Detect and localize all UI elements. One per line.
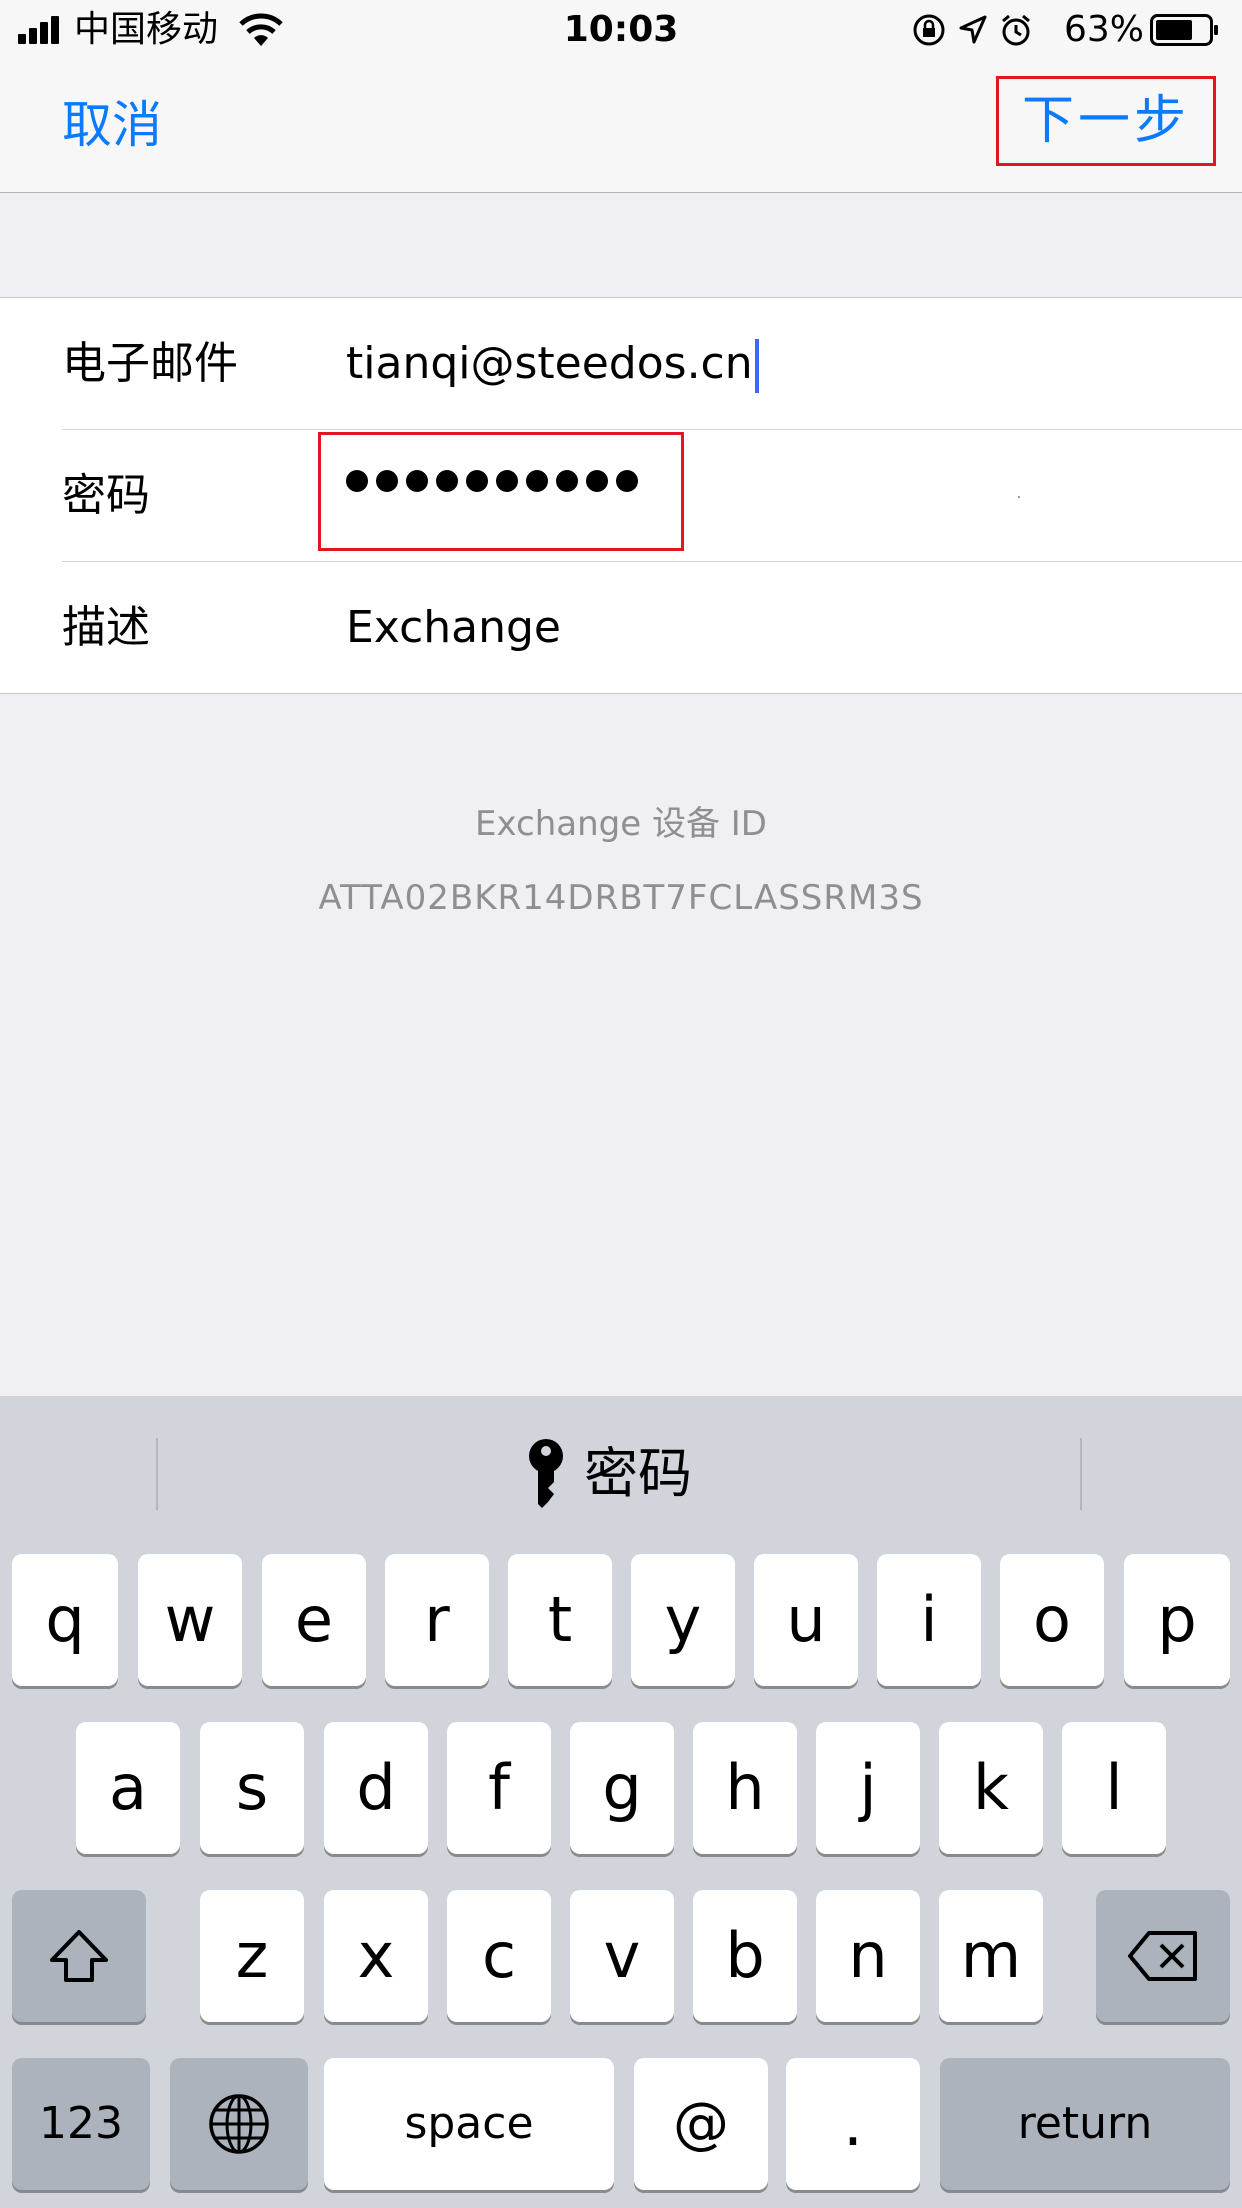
key-u[interactable]: u [754, 1554, 858, 1686]
key-i[interactable]: i [877, 1554, 981, 1686]
divider [1080, 1438, 1082, 1510]
key-r[interactable]: r [385, 1554, 489, 1686]
shift-icon [50, 1930, 108, 1982]
key-y[interactable]: y [631, 1554, 735, 1686]
key-w[interactable]: w [138, 1554, 242, 1686]
at-key[interactable]: @ [634, 2058, 768, 2190]
keyboard: 密码 q w e r t y u i o p a s d f g h j k l… [0, 1396, 1242, 2208]
password-label: 密码 [62, 470, 150, 521]
key-k[interactable]: k [939, 1722, 1043, 1854]
suggestion-label: 密码 [584, 1442, 692, 1505]
key-n[interactable]: n [816, 1890, 920, 2022]
dot-key[interactable]: . [786, 2058, 920, 2190]
battery-icon [1150, 14, 1220, 46]
device-id-value: ATTA02BKR14DRBT7FCLASSRM3S [318, 878, 924, 918]
key-t[interactable]: t [508, 1554, 612, 1686]
description-label: 描述 [62, 602, 150, 653]
battery-percent: 63% [1064, 9, 1145, 50]
clock: 10:03 [563, 9, 679, 50]
key-o[interactable]: o [1000, 1554, 1104, 1686]
description-field[interactable]: Exchange [346, 600, 561, 656]
email-label: 电子邮件 [62, 338, 238, 389]
key-q[interactable]: q [12, 1554, 118, 1686]
divider [156, 1438, 158, 1510]
return-key[interactable]: return [940, 2058, 1230, 2190]
email-value: tianqi@steedos.cn [346, 338, 753, 389]
key-z[interactable]: z [200, 1890, 304, 2022]
key-c[interactable]: c [447, 1890, 551, 2022]
globe-key[interactable] [170, 2058, 308, 2190]
key-g[interactable]: g [570, 1722, 674, 1854]
next-button[interactable]: 下一步 [996, 76, 1216, 166]
key-b[interactable]: b [693, 1890, 797, 2022]
key-d[interactable]: d [324, 1722, 428, 1854]
device-id-title: Exchange 设备 ID [475, 804, 767, 844]
key-v[interactable]: v [570, 1890, 674, 2022]
email-row[interactable]: 电子邮件 tianqi@steedos.cn [0, 298, 1242, 430]
suggestion-bar: 密码 [0, 1396, 1242, 1548]
status-bar: 中国移动 10:03 63% [0, 0, 1242, 62]
key-l[interactable]: l [1062, 1722, 1166, 1854]
orientation-lock-icon [912, 13, 946, 47]
description-row[interactable]: 描述 Exchange [0, 562, 1242, 694]
nav-bar: 取消 下一步 [0, 62, 1242, 193]
shift-key[interactable] [12, 1890, 146, 2022]
password-highlight-box [318, 432, 684, 551]
alarm-icon [1000, 13, 1032, 47]
location-arrow-icon [958, 14, 988, 46]
key-a[interactable]: a [76, 1722, 180, 1854]
numbers-key[interactable]: 123 [12, 2058, 150, 2190]
key-s[interactable]: s [200, 1722, 304, 1854]
globe-icon [209, 2094, 269, 2154]
key-h[interactable]: h [693, 1722, 797, 1854]
password-suggestion[interactable]: 密码 [526, 1438, 692, 1510]
key-j[interactable]: j [816, 1722, 920, 1854]
key-p[interactable]: p [1124, 1554, 1230, 1686]
delete-key[interactable] [1096, 1890, 1230, 2022]
text-caret [754, 339, 759, 393]
key-x[interactable]: x [324, 1890, 428, 2022]
cancel-button[interactable]: 取消 [62, 92, 162, 158]
key-e[interactable]: e [262, 1554, 366, 1686]
backspace-icon [1128, 1931, 1197, 1981]
space-key[interactable]: space [324, 2058, 614, 2190]
key-m[interactable]: m [939, 1890, 1043, 2022]
key-f[interactable]: f [447, 1722, 551, 1854]
email-field[interactable]: tianqi@steedos.cn [346, 336, 759, 393]
key-icon [529, 1439, 563, 1508]
